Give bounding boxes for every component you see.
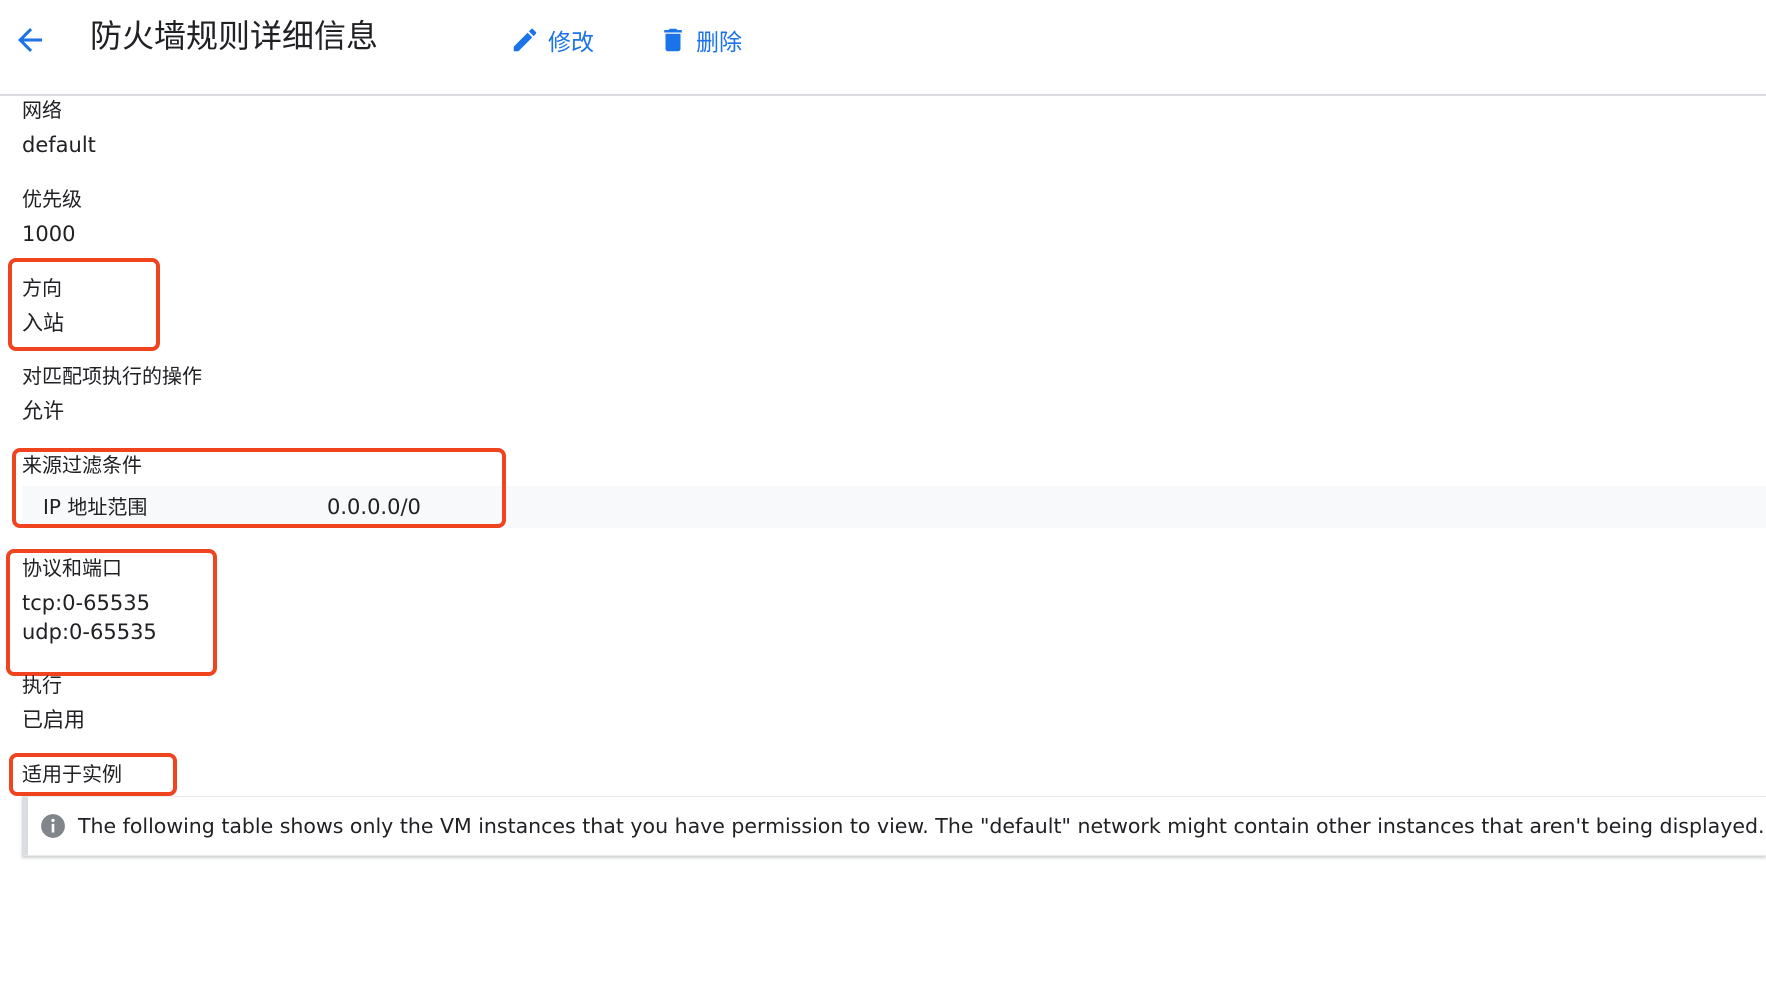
delete-button-label: 删除 bbox=[696, 30, 742, 56]
back-arrow-icon[interactable] bbox=[12, 22, 48, 58]
network-value: default bbox=[22, 133, 96, 157]
network-label: 网络 bbox=[22, 98, 62, 122]
protocols-label: 协议和端口 bbox=[22, 556, 122, 580]
info-banner-text: The following table shows only the VM in… bbox=[78, 814, 1765, 838]
direction-value: 入站 bbox=[22, 311, 64, 335]
direction-label: 方向 bbox=[22, 276, 62, 300]
edit-button[interactable]: 修改 bbox=[510, 20, 594, 60]
priority-value: 1000 bbox=[22, 222, 76, 246]
trash-icon bbox=[658, 25, 696, 55]
source-filter-highlight-box bbox=[12, 448, 506, 528]
enforcement-label: 执行 bbox=[22, 673, 62, 697]
page-header: 防火墙规则详细信息 修改 删除 bbox=[0, 0, 1766, 96]
pencil-icon bbox=[510, 25, 548, 55]
action-value: 允许 bbox=[22, 399, 64, 423]
applies-to-label: 适用于实例 bbox=[22, 762, 122, 786]
edit-button-label: 修改 bbox=[548, 30, 594, 56]
delete-button[interactable]: 删除 bbox=[658, 20, 742, 60]
protocol-udp-value: udp:0-65535 bbox=[22, 620, 157, 644]
direction-highlight-box bbox=[8, 258, 160, 351]
action-label: 对匹配项执行的操作 bbox=[22, 364, 202, 388]
info-banner: The following table shows only the VM in… bbox=[22, 796, 1766, 856]
info-icon bbox=[40, 813, 66, 839]
page-title: 防火墙规则详细信息 bbox=[90, 17, 379, 55]
priority-label: 优先级 bbox=[22, 187, 82, 211]
enforcement-value: 已启用 bbox=[22, 708, 85, 732]
protocol-tcp-value: tcp:0-65535 bbox=[22, 591, 150, 615]
